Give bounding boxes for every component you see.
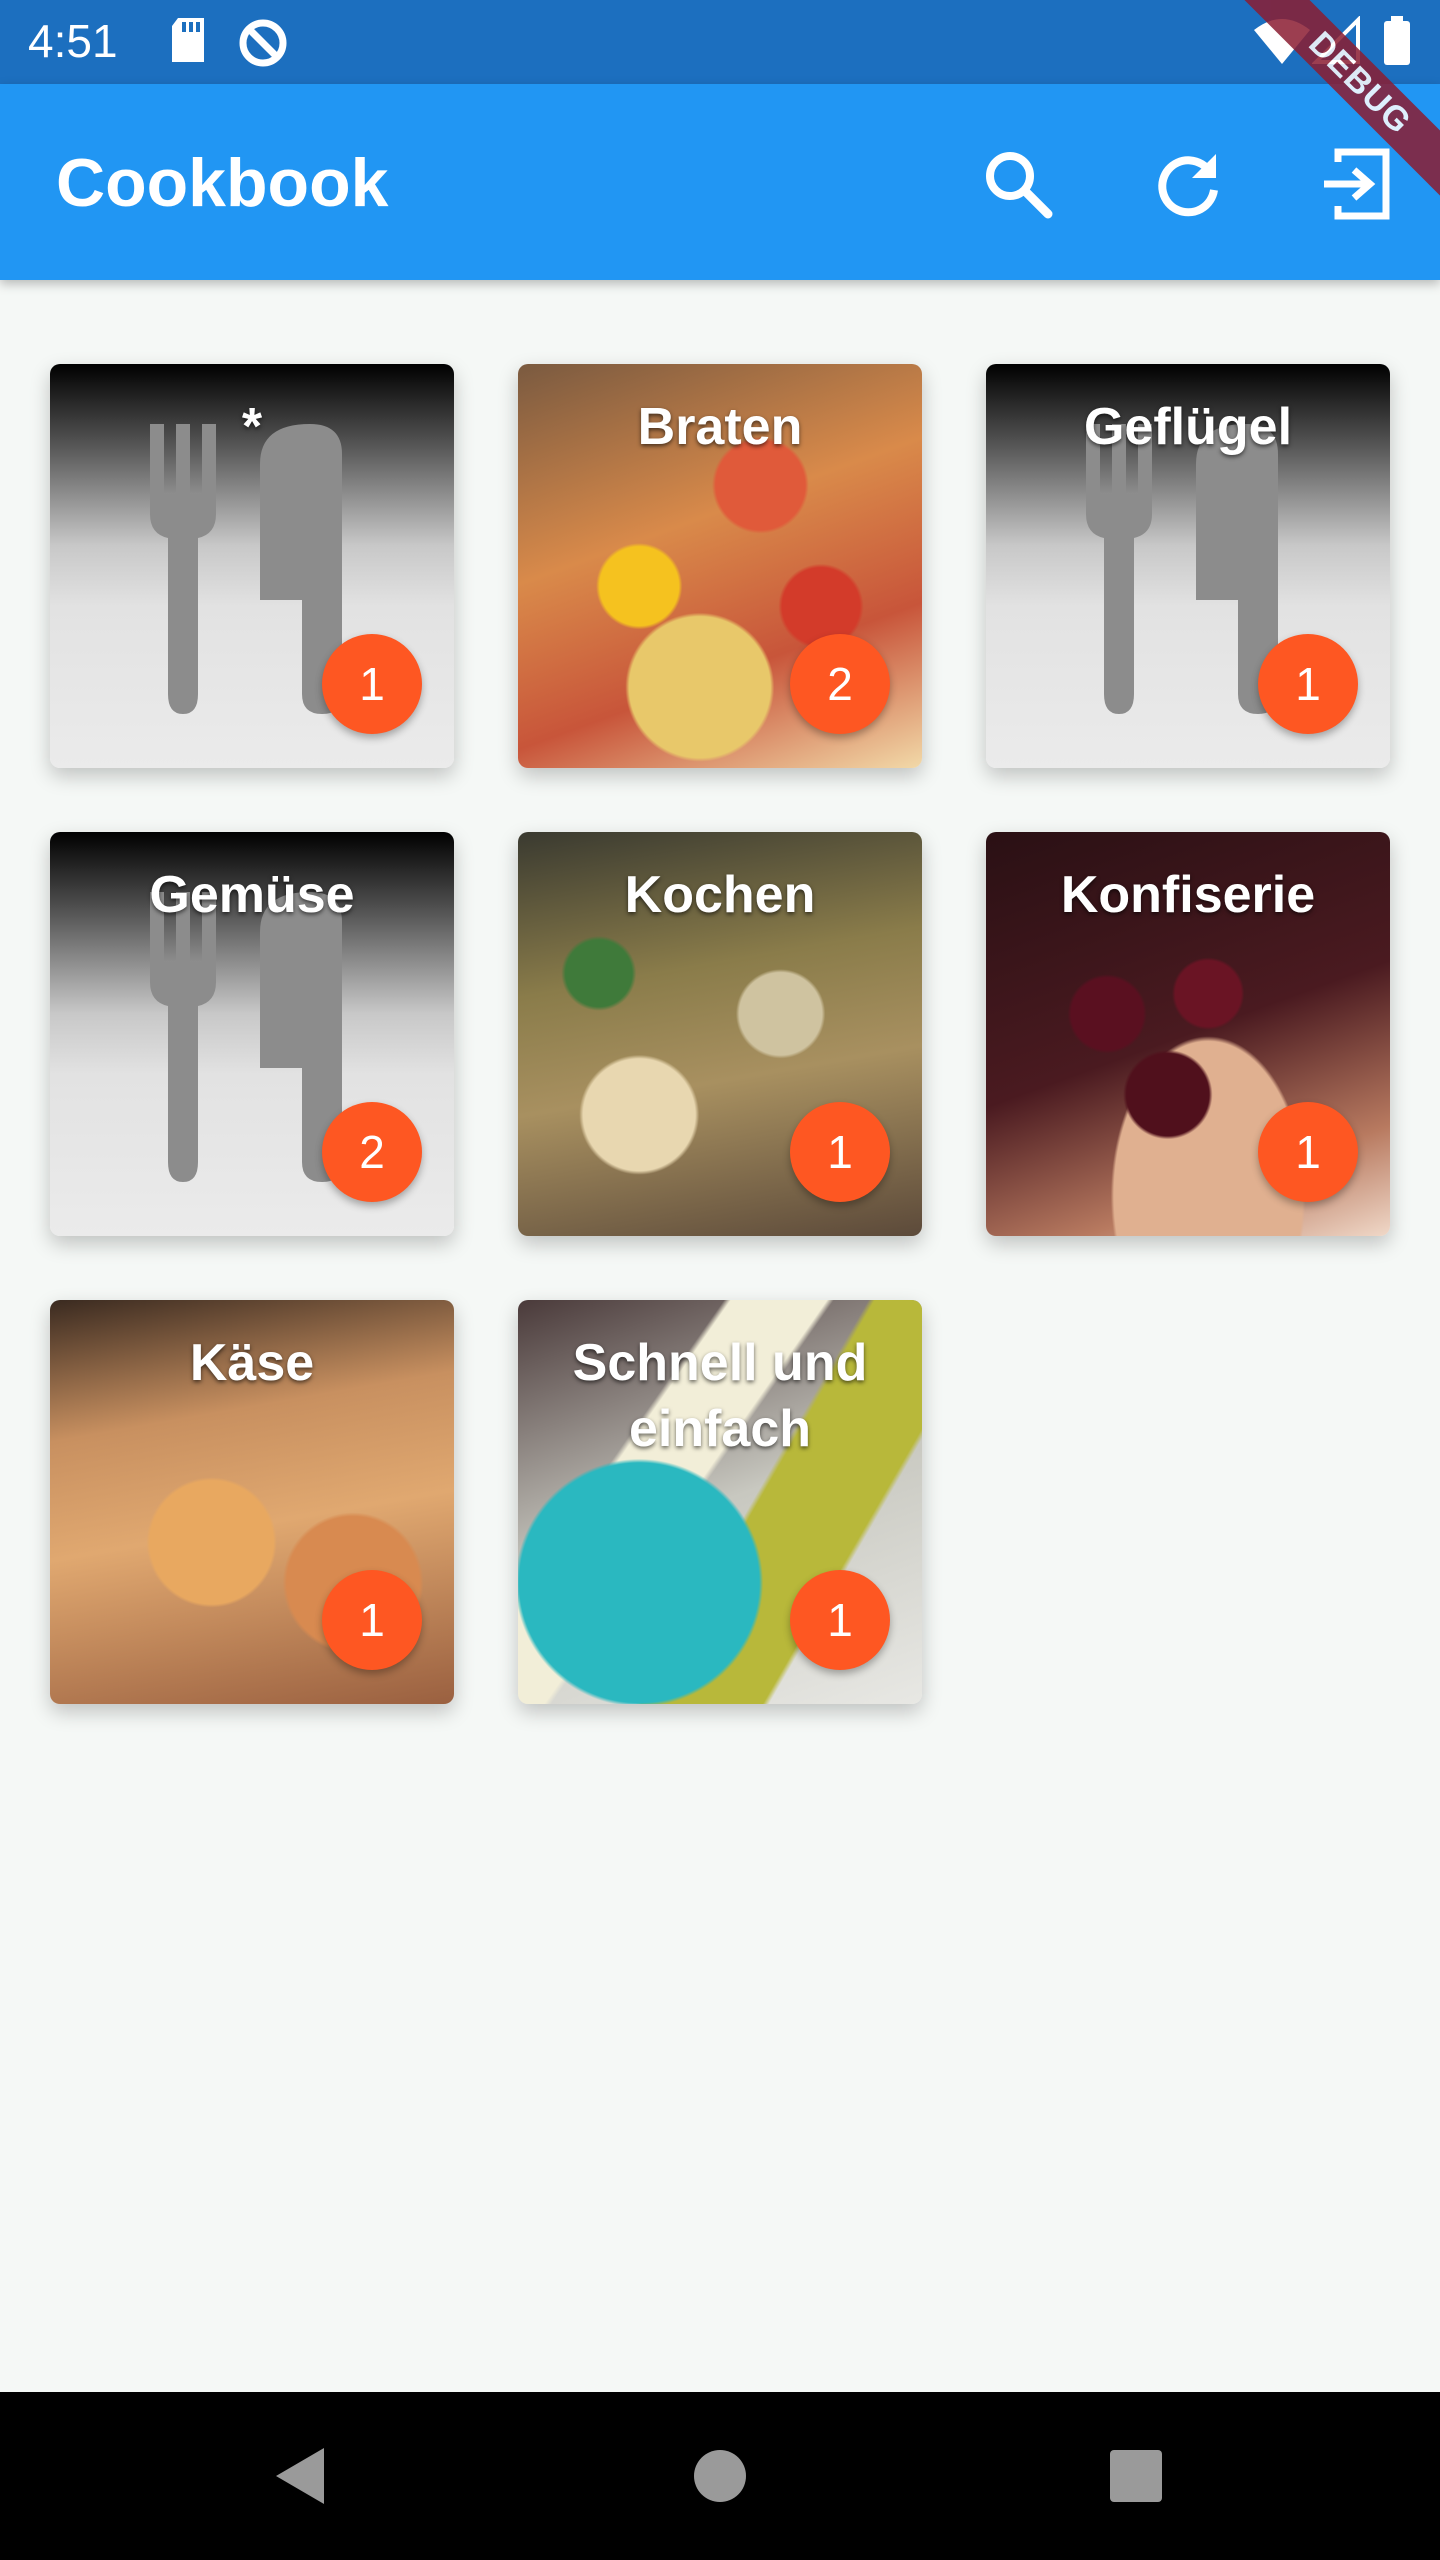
category-tile[interactable]: Käse 1 (50, 1300, 454, 1704)
back-icon[interactable] (270, 2444, 334, 2508)
refresh-icon[interactable] (1146, 142, 1230, 226)
recipe-count-badge: 2 (322, 1102, 422, 1202)
recipe-count-badge: 1 (790, 1102, 890, 1202)
recents-icon[interactable] (1104, 2444, 1168, 2508)
battery-icon (1384, 16, 1410, 65)
category-title: Geflügel (1083, 398, 1293, 456)
logout-icon[interactable] (1314, 142, 1398, 226)
data-saver-icon (239, 19, 287, 67)
category-tile[interactable]: * 1 (50, 364, 454, 768)
category-title: Käse (189, 1334, 315, 1392)
category-tile[interactable]: Kochen 1 (518, 832, 922, 1236)
category-tile[interactable]: Konfiserie 1 (986, 832, 1390, 1236)
category-title: Kochen (624, 866, 816, 924)
home-icon[interactable] (688, 2444, 752, 2508)
recipe-count-badge: 1 (1258, 634, 1358, 734)
category-title: Braten (637, 398, 803, 456)
app-bar: Cookbook (0, 84, 1440, 280)
category-title: Schnell und einfach (572, 1334, 868, 1458)
recipe-count-badge: 1 (322, 634, 422, 734)
recipe-count-badge: 1 (322, 1570, 422, 1670)
category-tile[interactable]: Geflügel 1 (986, 364, 1390, 768)
category-title: Gemüse (149, 866, 355, 924)
category-tile[interactable]: Gemüse 2 (50, 832, 454, 1236)
page-title: Cookbook (56, 145, 389, 221)
status-time: 4:51 (28, 15, 118, 67)
category-title: * (241, 398, 263, 456)
search-icon[interactable] (976, 142, 1060, 226)
category-title: Konfiserie (1060, 866, 1316, 924)
recipe-count-badge: 2 (790, 634, 890, 734)
recipe-count-badge: 1 (1258, 1102, 1358, 1202)
navigation-bar (0, 2392, 1440, 2560)
status-bar: 4:51 (0, 0, 1440, 84)
category-tile[interactable]: Schnell und einfach 1 (518, 1300, 922, 1704)
sd-card-icon (172, 18, 204, 62)
category-tile[interactable]: Braten 2 (518, 364, 922, 768)
recipe-count-badge: 1 (790, 1570, 890, 1670)
